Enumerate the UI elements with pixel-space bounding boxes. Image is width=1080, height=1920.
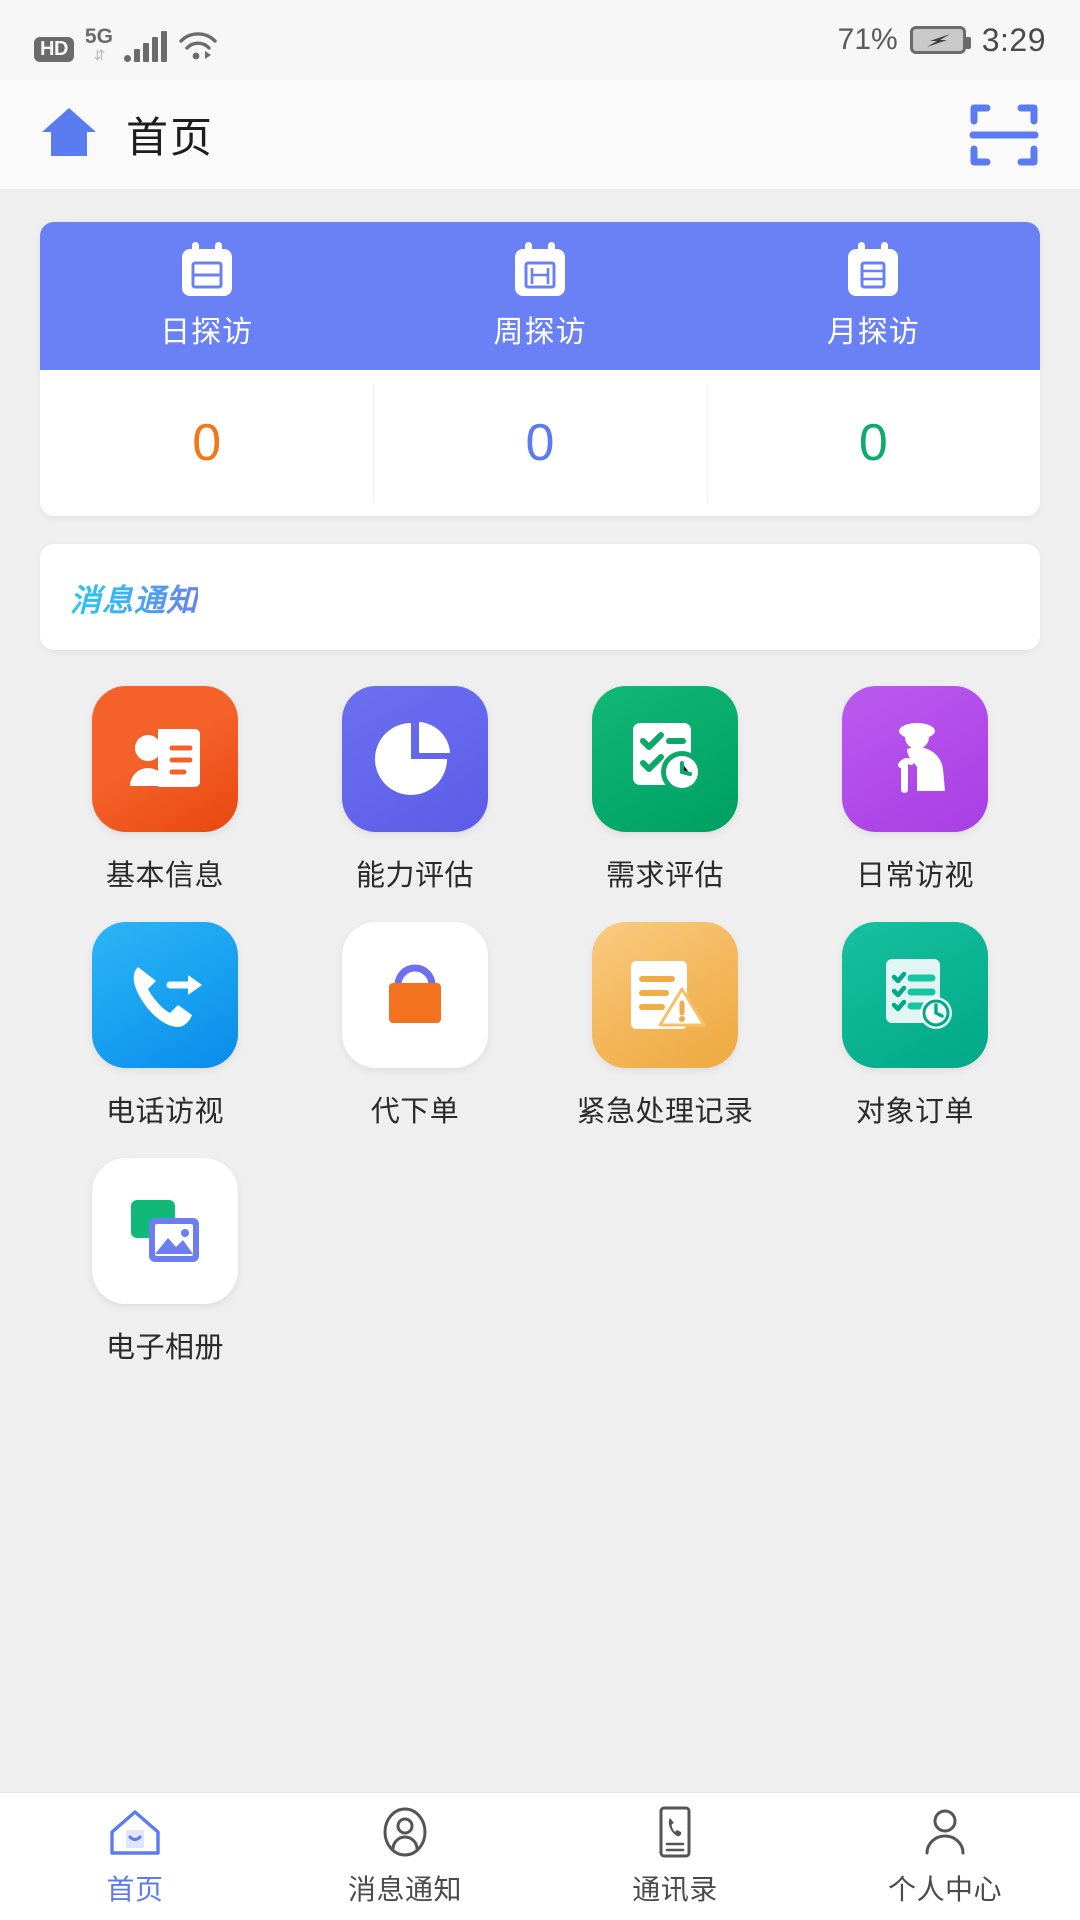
app-grid: 基本信息 能力评估 需求评估 日常访视 电话访视 代下单 紧急处理记录 对象订单… [40,686,1040,1394]
stat-tab-label: 周探访 [493,316,587,349]
status-bar-left: HD 5G ⇵ [34,18,218,62]
grid-item-client-order[interactable]: 对象订单 [790,922,1040,1130]
main-content: 日探访 周探访 月探访 0 0 0 消息通知 基本信息 能力评估 需求评估 日常… [0,190,1080,1792]
grid-item-label: 能力评估 [355,860,474,892]
contacts-phone-icon [647,1806,703,1858]
grid-item-needs-assessment[interactable]: 需求评估 [540,686,790,894]
calendar-month-icon [843,241,903,299]
home-icon [40,105,98,164]
signal-bars-icon [123,31,167,62]
stat-tab-month[interactable]: 月探访 [707,222,1040,370]
network-arrows-icon: ⇵ [93,47,106,63]
grid-item-basic-info[interactable]: 基本信息 [40,686,290,894]
photo-album-icon [92,1158,238,1304]
stat-number: 0 [858,414,888,472]
tab-profile[interactable]: 个人中心 [810,1793,1080,1920]
grid-item-daily-visit[interactable]: 日常访视 [790,686,1040,894]
checklist-clock-icon [592,686,738,832]
page-title: 首页 [126,114,215,161]
visit-stats-values: 0 0 0 [40,370,1040,516]
grid-item-photo-album[interactable]: 电子相册 [40,1158,290,1366]
grid-item-ability-assessment[interactable]: 能力评估 [290,686,540,894]
visit-stats-header: 日探访 周探访 月探访 [40,222,1040,370]
stat-number: 0 [192,414,222,472]
person-outline-icon [917,1806,973,1858]
home-outline-icon [107,1806,163,1858]
grid-item-label: 日常访视 [855,860,974,892]
tab-label: 通讯录 [632,1873,718,1905]
5g-icon: 5G ⇵ [85,26,113,62]
grid-item-emergency-record[interactable]: 紧急处理记录 [540,922,790,1130]
notification-banner[interactable]: 消息通知 [40,544,1040,650]
notification-banner-title: 消息通知 [70,575,198,620]
bottom-navigation: 首页 消息通知 通讯录 个人中心 [0,1792,1080,1920]
battery-charging-icon [909,26,971,54]
app-screen: HD 5G ⇵ 71% 3:29 首页 日探访 周探访 月探访 0 0 0 消息… [0,0,1080,1920]
hd-icon: HD [34,37,74,62]
stat-value-month: 0 [706,370,1040,516]
shopping-bag-icon [342,922,488,1068]
clock-label: 3:29 [981,21,1046,58]
grid-item-phone-visit[interactable]: 电话访视 [40,922,290,1130]
grid-item-label: 需求评估 [605,860,724,892]
stat-number: 0 [525,414,555,472]
stat-tab-label: 月探访 [826,316,920,349]
stat-tab-week[interactable]: 周探访 [373,222,706,370]
battery-percent-label: 71% [837,23,898,56]
order-list-clock-icon [842,922,988,1068]
calendar-day-icon [177,241,237,299]
grid-item-label: 对象订单 [855,1096,974,1128]
status-bar-right: 71% 3:29 [838,22,1046,59]
grid-item-label: 紧急处理记录 [576,1096,754,1128]
network-label: 5G [84,25,113,48]
calendar-week-icon [510,241,570,299]
tab-contacts[interactable]: 通讯录 [540,1793,810,1920]
app-header: 首页 [0,80,1080,190]
grid-item-label: 基本信息 [105,860,224,892]
phone-forward-icon [92,922,238,1068]
tab-label: 个人中心 [887,1873,1002,1905]
tab-notifications[interactable]: 消息通知 [270,1793,540,1920]
stat-tab-label: 日探访 [160,316,254,349]
document-warning-icon [592,922,738,1068]
stat-value-day: 0 [40,370,373,516]
grid-item-place-order[interactable]: 代下单 [290,922,540,1130]
tab-home[interactable]: 首页 [0,1793,270,1920]
app-header-left: 首页 [40,104,214,165]
contact-card-icon [92,686,238,832]
stat-value-week: 0 [373,370,706,516]
tab-label: 首页 [106,1873,164,1905]
grid-item-label: 电话访视 [105,1096,224,1128]
elderly-person-icon [842,686,988,832]
person-circle-icon [377,1806,433,1858]
wifi-icon [178,30,218,62]
tab-label: 消息通知 [347,1873,462,1905]
status-bar: HD 5G ⇵ 71% 3:29 [0,0,1080,80]
scan-icon[interactable] [968,99,1040,171]
grid-item-label: 代下单 [370,1096,460,1128]
visit-stats-card: 日探访 周探访 月探访 0 0 0 [40,222,1040,516]
grid-item-label: 电子相册 [105,1332,224,1364]
pie-chart-icon [342,686,488,832]
stat-tab-day[interactable]: 日探访 [40,222,373,370]
